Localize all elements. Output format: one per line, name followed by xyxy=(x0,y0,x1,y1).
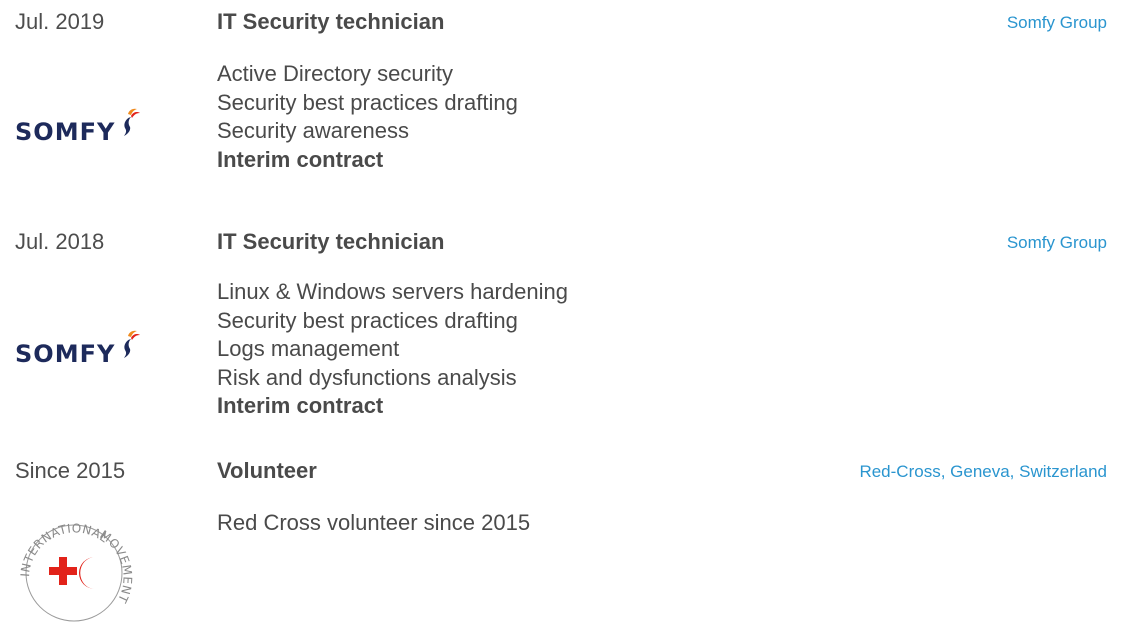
detail-item: Security best practices drafting xyxy=(217,89,518,115)
entry-details: Red Cross volunteer since 2015 xyxy=(217,509,530,538)
svg-text:SOMFY: SOMFY xyxy=(15,340,115,368)
entry-title: IT Security technician xyxy=(217,229,445,254)
detail-item: Security best practices drafting xyxy=(217,307,518,333)
entry-title: Volunteer xyxy=(217,458,317,483)
entry-date: Since 2015 xyxy=(15,458,126,483)
entry-date: Jul. 2018 xyxy=(15,229,105,254)
entry-date: Jul. 2019 xyxy=(15,9,105,34)
company-link[interactable]: Red-Cross, Geneva, Switzerland xyxy=(859,458,1107,486)
entry-details: Active Directory security Security best … xyxy=(217,60,518,174)
detail-item: Active Directory security xyxy=(217,61,453,86)
contract-type: Interim contract xyxy=(217,393,384,418)
company-link[interactable]: Somfy Group xyxy=(1007,9,1107,37)
company-link[interactable]: Somfy Group xyxy=(1007,229,1107,257)
detail-item: Risk and dysfunctions analysis xyxy=(217,364,517,390)
svg-text:MOVEMENT: MOVEMENT xyxy=(97,528,133,606)
contract-type: Interim contract xyxy=(217,146,384,172)
entry-details: Linux & Windows servers hardening Securi… xyxy=(217,278,568,421)
detail-item: Security awareness xyxy=(217,118,409,143)
somfy-logo: SOMFY xyxy=(15,330,140,368)
red-cross-red-crescent-logo: INTERNATIONAL MOVEMENT xyxy=(18,521,133,622)
somfy-logo: SOMFY xyxy=(15,108,140,146)
entry-title: IT Security technician xyxy=(217,9,445,34)
detail-item: Red Cross volunteer since 2015 xyxy=(217,510,531,535)
detail-item: Linux & Windows servers hardening xyxy=(217,279,568,304)
svg-text:SOMFY: SOMFY xyxy=(15,118,115,146)
detail-item: Logs management xyxy=(217,336,400,361)
